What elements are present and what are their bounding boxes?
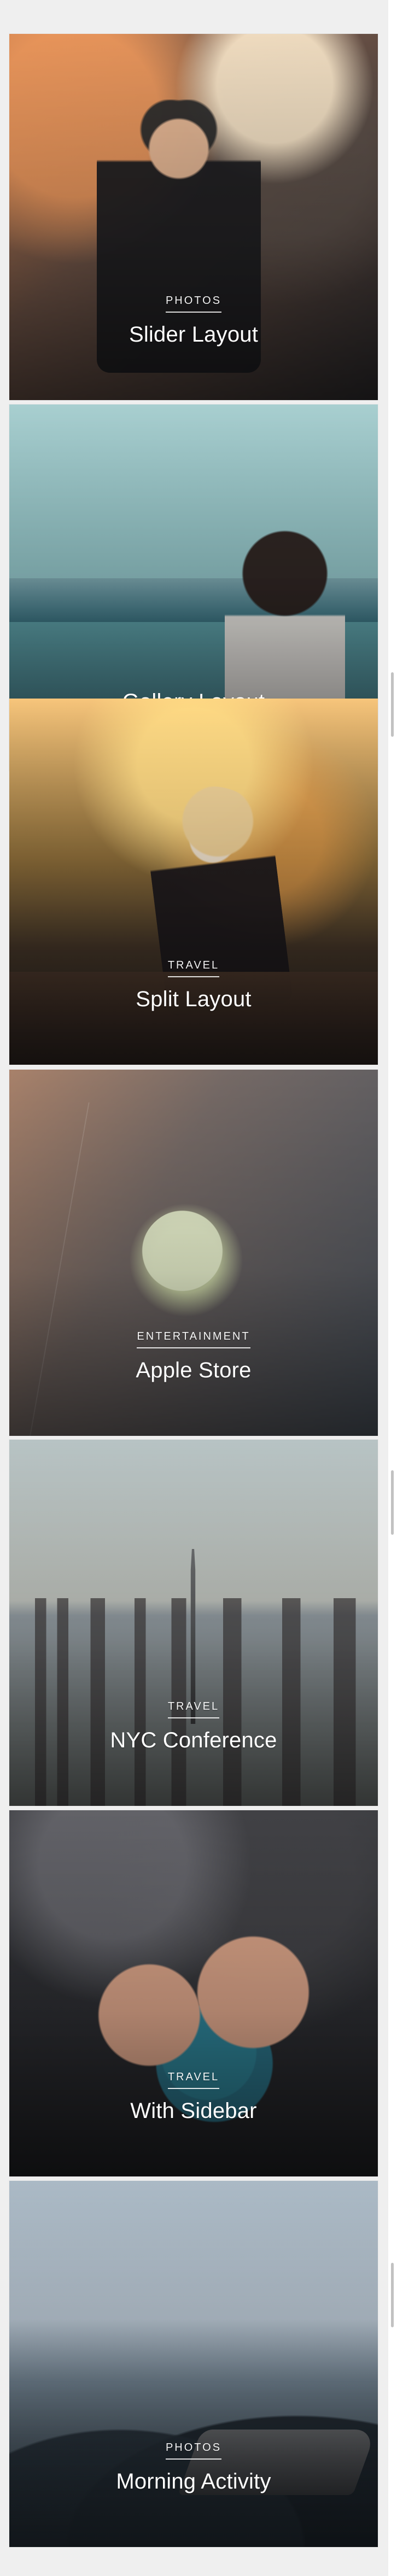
post-card-split-layout[interactable]: TRAVEL Split Layout	[9, 699, 378, 1065]
scrollbar-thumb[interactable]	[391, 2263, 394, 2327]
post-feed: PHOTOS Slider Layout Gallery Layout TRAV…	[0, 0, 397, 2576]
vertical-scrollbar[interactable]	[388, 0, 397, 2576]
image-overlay	[9, 699, 378, 1065]
post-card-with-sidebar[interactable]: TRAVEL With Sidebar	[9, 1810, 378, 2176]
scrollbar-thumb[interactable]	[391, 672, 394, 737]
image-overlay	[9, 1070, 378, 1436]
post-card-morning-activity[interactable]: PHOTOS Morning Activity	[9, 2181, 378, 2547]
post-card-slider-layout[interactable]: PHOTOS Slider Layout	[9, 34, 378, 400]
image-overlay	[9, 1810, 378, 2176]
image-overlay	[9, 1440, 378, 1806]
scrollbar-thumb[interactable]	[391, 1470, 394, 1535]
post-card-nyc-conference[interactable]: TRAVEL NYC Conference	[9, 1440, 378, 1806]
image-overlay	[9, 2181, 378, 2547]
image-overlay	[9, 34, 378, 400]
post-card-apple-store[interactable]: ENTERTAINMENT Apple Store	[9, 1070, 378, 1436]
